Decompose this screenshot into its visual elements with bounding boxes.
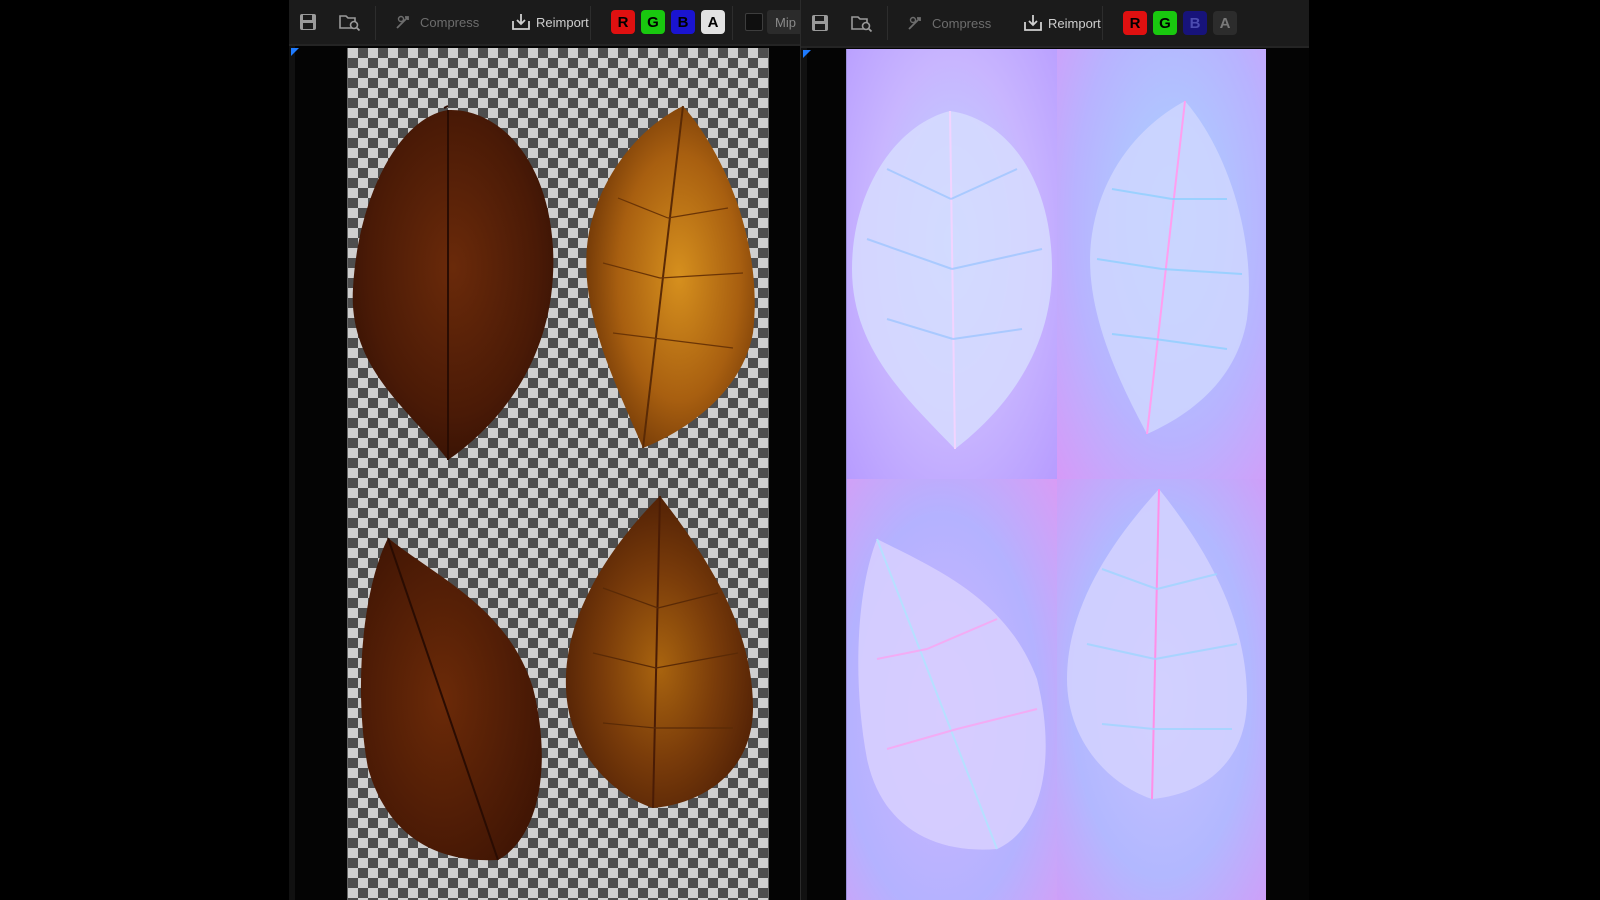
texture-viewport[interactable] bbox=[289, 46, 800, 900]
channel-alpha-toggle[interactable]: A bbox=[701, 10, 725, 34]
reimport-icon bbox=[1024, 15, 1042, 31]
viewport-corner-marker bbox=[803, 50, 811, 58]
toolbar: Compress Reimport R G B A bbox=[801, 0, 1309, 48]
reimport-label: Reimport bbox=[536, 14, 589, 30]
channel-green-toggle[interactable]: G bbox=[641, 10, 665, 34]
leaf-mixed-bottom-right bbox=[565, 495, 753, 809]
viewport-corner-marker bbox=[291, 48, 299, 56]
toolbar-separator bbox=[1102, 6, 1103, 40]
toolbar-separator bbox=[732, 6, 733, 40]
compress-button[interactable]: Compress bbox=[395, 11, 479, 33]
toolbar-separator bbox=[375, 6, 376, 40]
reimport-label: Reimport bbox=[1048, 15, 1101, 31]
save-icon[interactable] bbox=[295, 10, 321, 34]
normal-leaf-bottom-left bbox=[858, 538, 1046, 850]
channel-green-toggle[interactable]: G bbox=[1153, 11, 1177, 35]
save-icon[interactable] bbox=[807, 11, 833, 35]
viewport-edge bbox=[801, 48, 807, 900]
browse-asset-icon[interactable] bbox=[849, 11, 875, 35]
toolbar-separator bbox=[590, 6, 591, 40]
texture-editor-left: Compress Reimport R G B A Mip bbox=[289, 0, 800, 900]
leaf-albedo-texture bbox=[347, 48, 769, 900]
compress-icon bbox=[908, 16, 921, 30]
channel-alpha-toggle[interactable]: A bbox=[1213, 11, 1237, 35]
leaf-albedo-image bbox=[352, 105, 755, 861]
mip-level-field[interactable]: Mip bbox=[767, 10, 800, 34]
channel-blue-toggle[interactable]: B bbox=[671, 10, 695, 34]
mip-checkbox[interactable] bbox=[745, 13, 763, 31]
mip-label: Mip bbox=[775, 14, 796, 30]
normal-leaf-bottom-right bbox=[1067, 488, 1247, 800]
reimport-button[interactable]: Reimport bbox=[1023, 12, 1101, 34]
texture-editor-right: Compress Reimport R G B A bbox=[801, 0, 1309, 900]
leaf-brown-bottom-left bbox=[360, 537, 542, 861]
channel-red-toggle[interactable]: R bbox=[1123, 11, 1147, 35]
normal-leaf-top-left bbox=[852, 110, 1052, 450]
leaf-normal-map-texture bbox=[846, 49, 1266, 900]
texture-viewport[interactable] bbox=[801, 48, 1309, 900]
browse-asset-icon[interactable] bbox=[337, 10, 363, 34]
leaf-normal-map-image bbox=[852, 100, 1249, 850]
compress-icon bbox=[396, 15, 409, 29]
viewport-edge bbox=[289, 46, 295, 900]
toolbar: Compress Reimport R G B A Mip bbox=[289, 0, 800, 46]
normal-leaf-top-right bbox=[1090, 100, 1249, 435]
leaf-golden-top-right bbox=[586, 105, 755, 449]
compress-label: Compress bbox=[420, 14, 480, 30]
toolbar-separator bbox=[887, 6, 888, 40]
channel-red-toggle[interactable]: R bbox=[611, 10, 635, 34]
leaf-dark-top-left bbox=[352, 105, 554, 460]
channel-blue-toggle[interactable]: B bbox=[1183, 11, 1207, 35]
reimport-icon bbox=[512, 14, 530, 30]
compress-button[interactable]: Compress bbox=[907, 12, 991, 34]
reimport-button[interactable]: Reimport bbox=[511, 11, 589, 33]
compress-label: Compress bbox=[932, 15, 992, 31]
